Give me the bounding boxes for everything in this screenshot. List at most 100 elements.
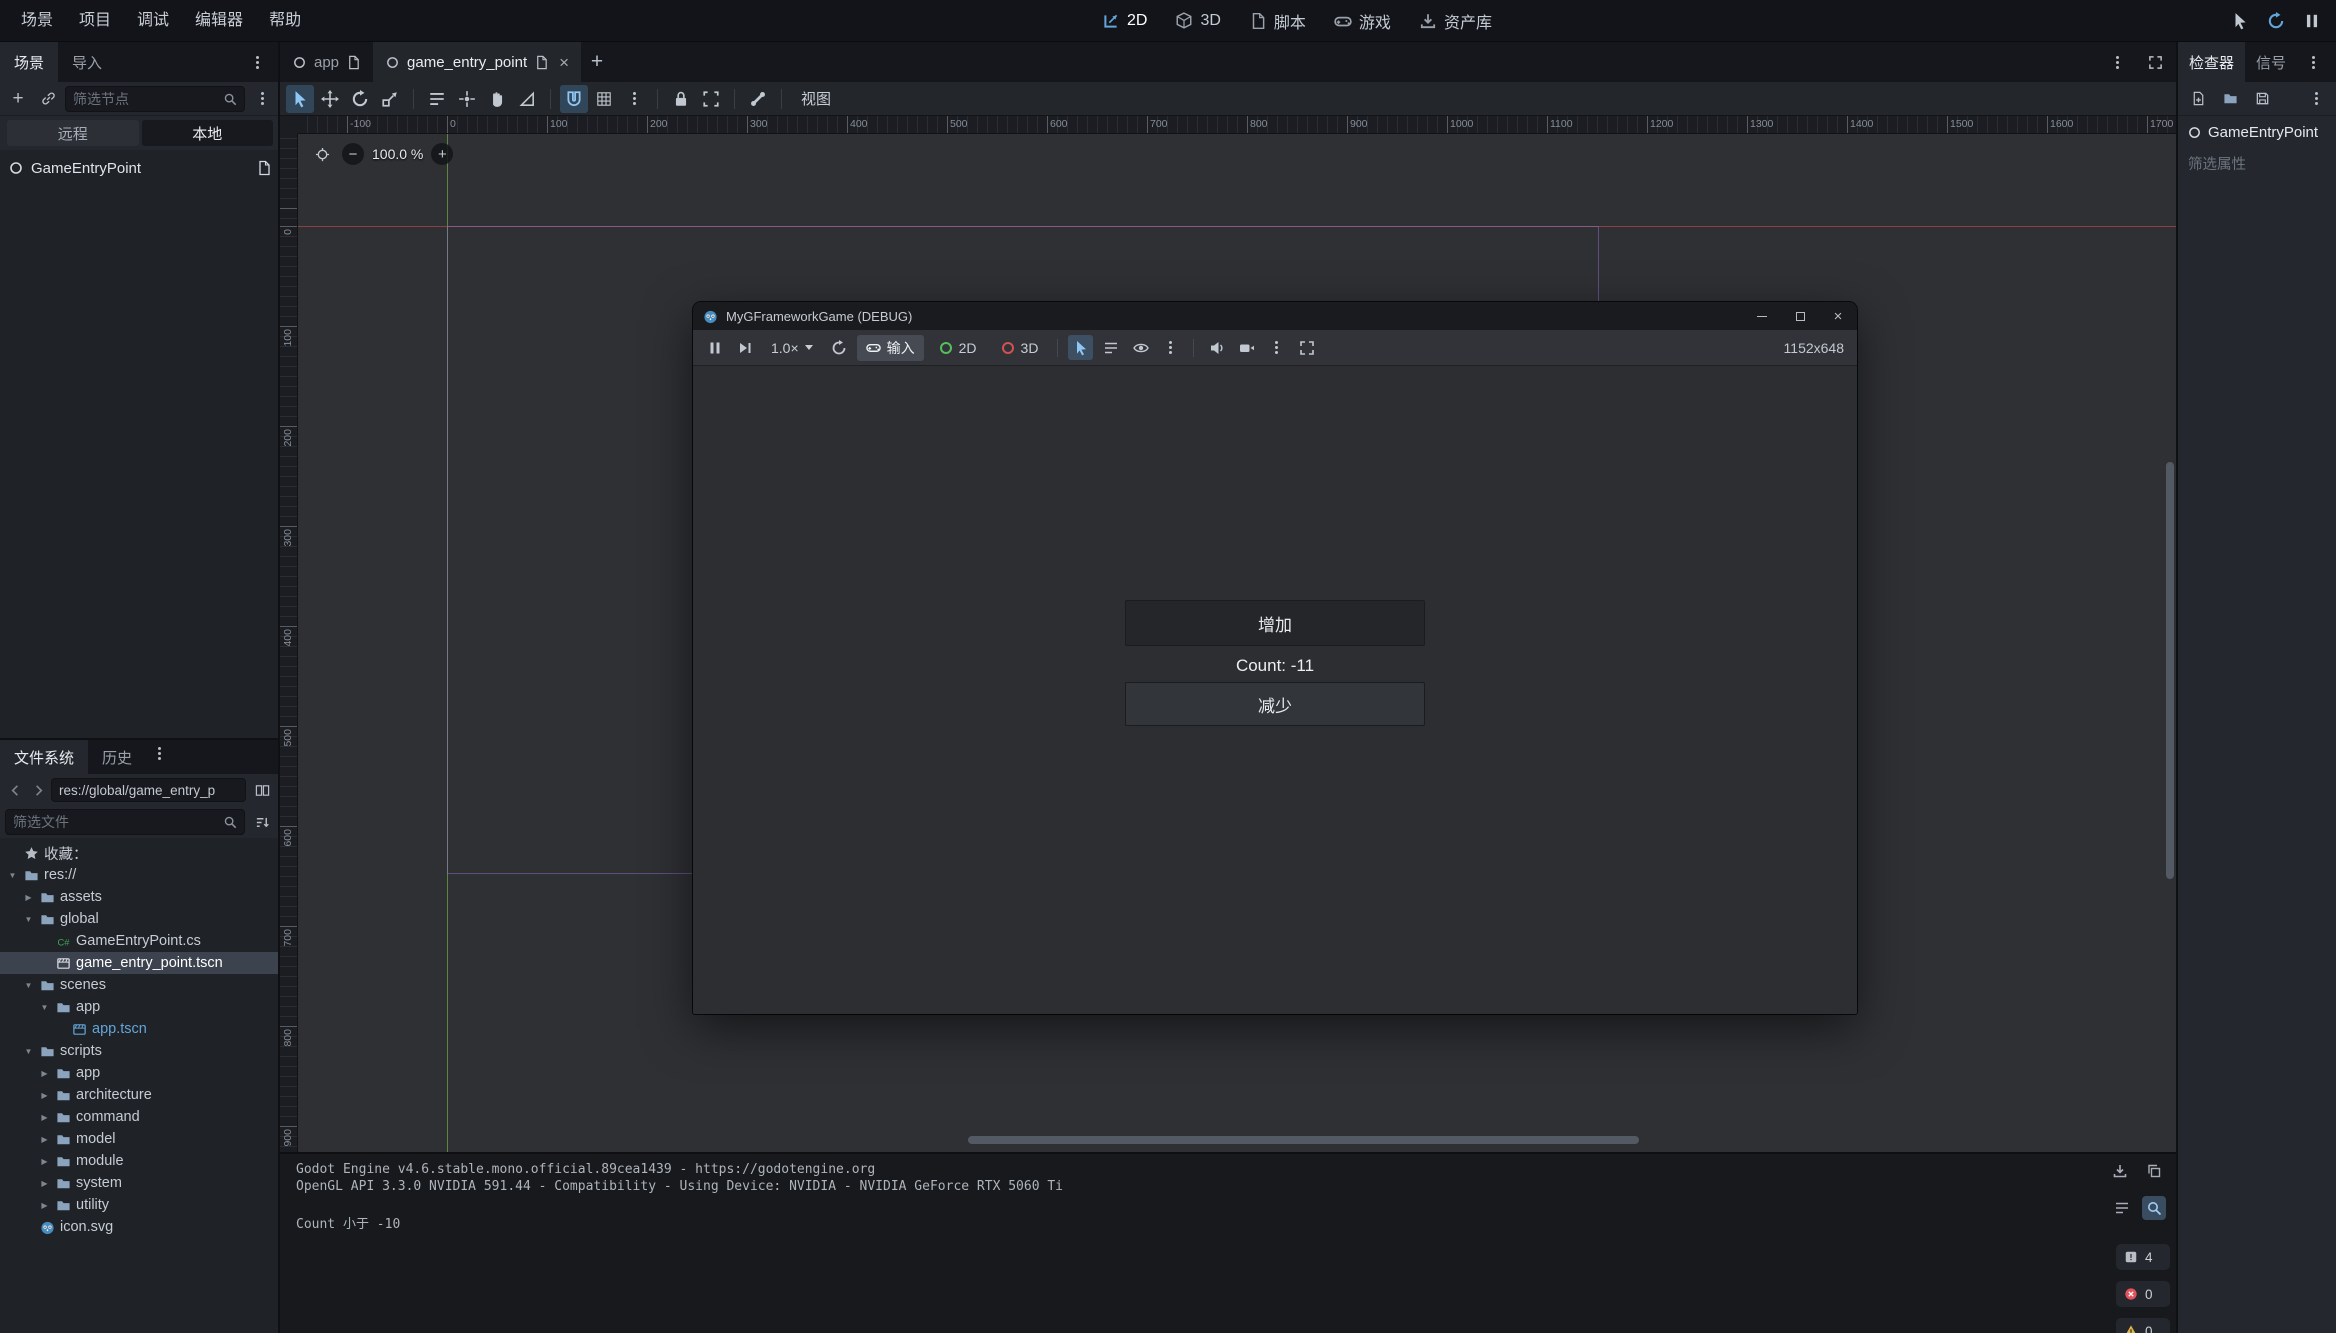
scene-tree-menu-button[interactable] <box>249 86 275 112</box>
open-script-icon[interactable] <box>256 160 272 176</box>
current-path-field[interactable]: res://global/game_entry_p <box>51 778 246 802</box>
scene-dock-menu-button[interactable] <box>244 49 270 75</box>
message-filter-badge[interactable]: 4 <box>2116 1244 2170 1270</box>
file-tree-row[interactable]: ▼ res:// <box>0 864 280 886</box>
pan-tool-button[interactable] <box>483 85 511 113</box>
expand-arrow[interactable]: ▶ <box>38 1179 51 1188</box>
file-tree-row[interactable]: GameEntryPoint.cs <box>0 930 280 952</box>
sort-files-button[interactable] <box>249 809 275 835</box>
menu-help[interactable]: 帮助 <box>256 0 314 42</box>
save-resource-button[interactable] <box>2249 86 2275 112</box>
expand-arrow[interactable]: ▶ <box>38 1091 51 1100</box>
inspected-node-row[interactable]: GameEntryPoint <box>2178 116 2336 148</box>
game-select-button[interactable] <box>2226 7 2254 35</box>
workspace-3d-button[interactable]: 3D <box>1165 5 1230 37</box>
center-view-button[interactable] <box>310 142 334 166</box>
ruler-tool-button[interactable] <box>513 85 541 113</box>
file-tree-row[interactable]: icon.svg <box>0 1216 280 1238</box>
filesystem-menu-button[interactable] <box>146 740 172 766</box>
lock-node-button[interactable] <box>667 85 695 113</box>
workspace-2d-button[interactable]: 2D <box>1092 5 1157 37</box>
expand-arrow[interactable]: ▶ <box>38 1157 51 1166</box>
expand-arrow[interactable]: ▼ <box>22 915 35 924</box>
zoom-level-label[interactable]: 100.0 % <box>372 146 423 162</box>
file-tree-row[interactable]: ▶ command <box>0 1106 280 1128</box>
expand-arrow[interactable]: ▶ <box>38 1201 51 1210</box>
vertical-scrollbar[interactable] <box>2166 462 2174 879</box>
dock-separator-right[interactable] <box>2176 42 2178 1333</box>
camera-override-button[interactable] <box>1234 335 1259 360</box>
select-tool-button[interactable] <box>286 85 314 113</box>
new-scene-tab-button[interactable]: + <box>581 42 613 82</box>
camera-3d-toggle[interactable]: 3D <box>991 335 1048 361</box>
next-frame-button[interactable] <box>732 335 757 360</box>
save-log-button[interactable] <box>2108 1159 2132 1183</box>
tab-list-menu-button[interactable] <box>2104 49 2130 75</box>
minimize-button[interactable] <box>1743 302 1781 330</box>
visibility-button[interactable] <box>1128 335 1153 360</box>
tab-signals[interactable]: 信号 <box>2245 42 2297 82</box>
node-pick-mode-button[interactable] <box>1068 335 1093 360</box>
file-tree-row[interactable]: ▶ module <box>0 1150 280 1172</box>
expand-arrow[interactable]: ▶ <box>38 1069 51 1078</box>
pick-list-button[interactable] <box>1098 335 1123 360</box>
2d-canvas[interactable]: − 100.0 % + MyGFrameworkGame (DEBUG) × <box>298 134 2178 1152</box>
expand-arrow[interactable]: ▼ <box>6 871 19 880</box>
group-node-button[interactable] <box>697 85 725 113</box>
pause-game-button[interactable] <box>2298 7 2326 35</box>
file-tree-row[interactable]: ▶ architecture <box>0 1084 280 1106</box>
scene-tree-row-root[interactable]: GameEntryPoint <box>0 154 280 182</box>
camera-options-button[interactable] <box>1264 335 1289 360</box>
file-tree-row[interactable]: ▶ assets <box>0 886 280 908</box>
file-tree-row[interactable]: ▼ scripts <box>0 1040 280 1062</box>
expand-arrow[interactable]: ▼ <box>22 981 35 990</box>
file-tree[interactable]: 收藏： ▼ res:// ▶ assets ▼ global GameEntr <box>0 838 280 1333</box>
filter-files-input[interactable]: 筛选文件 <box>5 809 245 835</box>
scene-tab-app[interactable]: app <box>280 42 373 82</box>
mute-audio-button[interactable] <box>1204 335 1229 360</box>
zoom-in-button[interactable]: + <box>431 143 453 165</box>
file-tree-row[interactable]: ▶ model <box>0 1128 280 1150</box>
menu-debug[interactable]: 调试 <box>124 0 182 42</box>
expand-arrow[interactable]: ▶ <box>38 1113 51 1122</box>
expand-arrow[interactable]: ▶ <box>38 1135 51 1144</box>
menu-scene[interactable]: 场景 <box>8 0 66 42</box>
tab-inspector[interactable]: 检查器 <box>2178 42 2245 82</box>
file-tree-row[interactable]: game_entry_point.tscn <box>0 952 280 974</box>
scene-tree[interactable]: GameEntryPoint <box>0 150 280 738</box>
local-tab[interactable]: 本地 <box>142 120 274 146</box>
dock-separator-left[interactable] <box>278 42 280 1333</box>
input-toggle[interactable]: 输入 <box>857 335 924 361</box>
load-resource-button[interactable] <box>2217 86 2243 112</box>
instance-scene-button[interactable] <box>35 86 61 112</box>
skeleton-options-button[interactable] <box>744 85 772 113</box>
view-menu-button[interactable]: 视图 <box>791 85 841 113</box>
inspector-menu-button[interactable] <box>2303 86 2329 112</box>
remote-tab[interactable]: 远程 <box>7 120 139 146</box>
file-tree-row[interactable]: ▼ app <box>0 996 280 1018</box>
increase-button[interactable]: 增加 <box>1125 600 1425 646</box>
speed-menu-button[interactable]: 1.0× <box>762 335 822 361</box>
horizontal-ruler[interactable]: -100010020030040050060070080090010001100… <box>298 116 2178 134</box>
warning-filter-badge[interactable]: 0 <box>2116 1318 2170 1333</box>
new-resource-button[interactable] <box>2185 86 2211 112</box>
workspace-assetlib-button[interactable]: 资产库 <box>1409 5 1502 37</box>
tab-filesystem[interactable]: 文件系统 <box>0 740 88 774</box>
collapse-duplicates-button[interactable] <box>2110 1196 2134 1220</box>
camera-2d-toggle[interactable]: 2D <box>929 335 986 361</box>
distraction-free-button[interactable] <box>2142 49 2168 75</box>
decrease-button[interactable]: 减少 <box>1125 682 1425 726</box>
tab-history[interactable]: 历史 <box>88 740 146 774</box>
snap-options-button[interactable] <box>620 85 648 113</box>
scene-tab-game-entry-point[interactable]: game_entry_point × <box>373 42 581 82</box>
file-tree-row[interactable]: 收藏： <box>0 842 280 864</box>
tab-scene-dock[interactable]: 场景 <box>0 42 58 82</box>
fullscreen-button[interactable] <box>1294 335 1319 360</box>
selection-list-button[interactable] <box>423 85 451 113</box>
pivot-tool-button[interactable] <box>453 85 481 113</box>
pick-options-button[interactable] <box>1158 335 1183 360</box>
file-tree-row[interactable]: ▼ scenes <box>0 974 280 996</box>
vertical-ruler[interactable]: 0100200300400500600700800900 <box>280 134 298 1152</box>
file-tree-row[interactable]: ▶ app <box>0 1062 280 1084</box>
file-tree-row[interactable]: ▶ system <box>0 1172 280 1194</box>
